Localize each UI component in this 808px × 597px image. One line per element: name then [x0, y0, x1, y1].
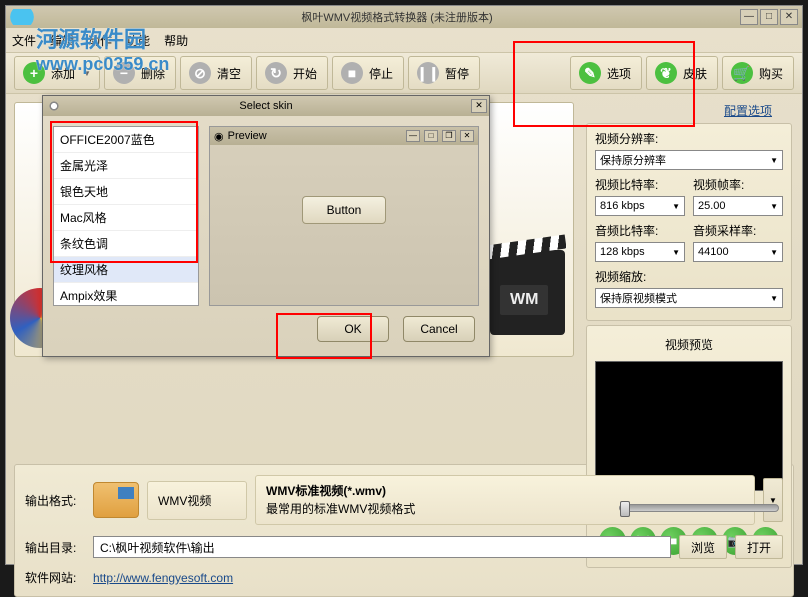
dir-input[interactable]: [93, 536, 671, 558]
skin-item[interactable]: 纹理风格: [54, 257, 198, 283]
preview-close-button[interactable]: ✕: [460, 130, 474, 142]
srate-select[interactable]: 44100▼: [693, 242, 783, 262]
maximize-button[interactable]: □: [760, 9, 778, 25]
pause-icon: ❙❙: [417, 62, 439, 84]
ok-button[interactable]: OK: [317, 316, 389, 342]
minimize-button[interactable]: —: [740, 9, 758, 25]
preview-max-button[interactable]: □: [424, 130, 438, 142]
skin-item[interactable]: 银色天地: [54, 179, 198, 205]
disc-icon: ◉: [214, 130, 224, 143]
apple-icon: ❦: [655, 62, 677, 84]
fps-label: 视频帧率:: [693, 176, 783, 193]
scale-label: 视频缩放:: [595, 268, 783, 285]
abitrate-select[interactable]: 128 kbps▼: [595, 242, 685, 262]
dialog-icon: [47, 99, 61, 113]
dir-label: 输出目录:: [25, 539, 85, 556]
resolution-label: 视频分辨率:: [595, 130, 783, 147]
stop-button[interactable]: ■停止: [332, 56, 404, 90]
srate-label: 音频采样率:: [693, 222, 783, 239]
preview-header: 视频预览: [595, 332, 783, 357]
preview-panel: 视频预览 ▶ ❙❙ ■ ⏮ 📷 📁: [586, 325, 792, 568]
wrench-icon: ✎: [579, 62, 601, 84]
redo-icon: ↻: [265, 62, 287, 84]
abitrate-label: 音频比特率:: [595, 222, 685, 239]
cancel-button[interactable]: Cancel: [403, 316, 475, 342]
options-button[interactable]: ✎选项: [570, 56, 642, 90]
site-label: 软件网站:: [25, 569, 85, 586]
preview-min-button[interactable]: —: [406, 130, 420, 142]
site-link[interactable]: http://www.fengyesoft.com: [93, 571, 233, 585]
clear-button[interactable]: ⊘清空: [180, 56, 252, 90]
preview-screen: [595, 361, 783, 491]
vbitrate-label: 视频比特率:: [595, 176, 685, 193]
skin-item[interactable]: OFFICE2007蓝色: [54, 127, 198, 153]
stop-icon: ■: [341, 62, 363, 84]
start-button[interactable]: ↻开始: [256, 56, 328, 90]
resolution-select[interactable]: 保持原分辨率▼: [595, 150, 783, 170]
preview-panel-dialog: ◉ Preview — □ ❐ ✕ Button: [209, 126, 479, 306]
browse-button[interactable]: 浏览: [679, 535, 727, 559]
fps-select[interactable]: 25.00▼: [693, 196, 783, 216]
select-skin-dialog: Select skin ✕ OFFICE2007蓝色金属光泽银色天地Mac风格条…: [42, 95, 490, 357]
wmv-badge: WM: [500, 285, 548, 315]
seek-slider[interactable]: [619, 504, 779, 512]
dialog-close-button[interactable]: ✕: [471, 99, 487, 113]
slider-thumb[interactable]: [620, 501, 630, 517]
format-desc: WMV标准视频(*.wmv) 最常用的标准WMV视频格式: [255, 475, 755, 525]
format-icon: [93, 482, 139, 518]
skin-button[interactable]: ❦皮肤: [646, 56, 718, 90]
pause-button[interactable]: ❙❙暂停: [408, 56, 480, 90]
cart-icon: 🛒: [731, 62, 753, 84]
dialog-titlebar: Select skin ✕: [43, 96, 489, 116]
skin-item[interactable]: 金属光泽: [54, 153, 198, 179]
scale-select[interactable]: 保持原视频模式▼: [595, 288, 783, 308]
format-label: 输出格式:: [25, 492, 85, 509]
preview-sample-button[interactable]: Button: [302, 196, 387, 224]
preview-restore-button[interactable]: ❐: [442, 130, 456, 142]
skin-list[interactable]: OFFICE2007蓝色金属光泽银色天地Mac风格条纹色调纹理风格Ampix效果…: [53, 126, 199, 306]
clear-icon: ⊘: [189, 62, 211, 84]
close-button[interactable]: ✕: [780, 9, 798, 25]
skin-item[interactable]: Mac风格: [54, 205, 198, 231]
vbitrate-select[interactable]: 816 kbps▼: [595, 196, 685, 216]
format-name: WMV视频: [147, 481, 247, 520]
options-panel: 视频分辨率: 保持原分辨率▼ 视频比特率: 816 kbps▼ 视频帧率: 25.0…: [586, 123, 792, 321]
config-link[interactable]: 配置选项: [724, 104, 772, 118]
preview-label: Preview: [228, 130, 267, 142]
watermark: 河源软件园 www.pc0359.cn: [36, 22, 169, 75]
skin-item[interactable]: 条纹色调: [54, 231, 198, 257]
format-dropdown-button[interactable]: ▼: [763, 478, 783, 522]
skin-item[interactable]: Ampix效果: [54, 283, 198, 306]
buy-button[interactable]: 🛒购买: [722, 56, 794, 90]
menu-file[interactable]: 文件: [12, 32, 36, 49]
open-button[interactable]: 打开: [735, 535, 783, 559]
